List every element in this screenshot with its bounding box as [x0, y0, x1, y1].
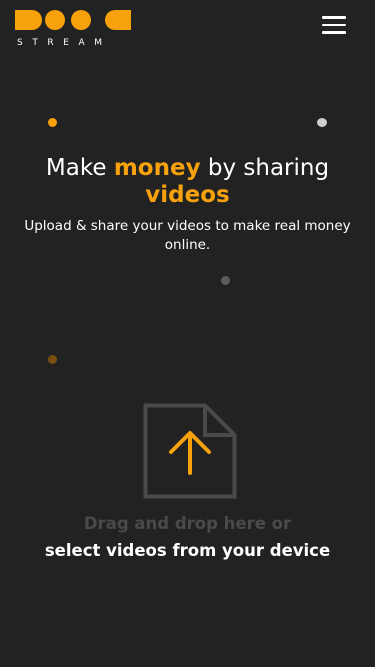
- logo-wordmark: STREAM: [17, 38, 112, 48]
- decorative-dot: [48, 355, 57, 364]
- logo-mark-icon: [15, 10, 131, 30]
- decorative-dot: [317, 118, 327, 127]
- title-text: Make: [45, 155, 114, 181]
- select-videos-link[interactable]: select videos from your device: [0, 539, 375, 563]
- file-upload-arrow-icon[interactable]: [143, 403, 237, 499]
- header: STREAM: [0, 0, 375, 52]
- doodstream-logo[interactable]: STREAM: [15, 10, 133, 48]
- drag-drop-text: Drag and drop here or: [83, 514, 292, 533]
- title-highlight-videos: videos: [145, 182, 230, 208]
- title-highlight-money: money: [113, 155, 201, 181]
- hero-subtitle: Upload & share your videos to make real …: [24, 218, 351, 253]
- decorative-dot: [221, 276, 230, 285]
- hero-title: Make money by sharing videos: [0, 155, 375, 209]
- hamburger-menu-icon[interactable]: [320, 14, 348, 36]
- decorative-dot: [48, 118, 57, 127]
- title-text: by sharing: [200, 155, 330, 181]
